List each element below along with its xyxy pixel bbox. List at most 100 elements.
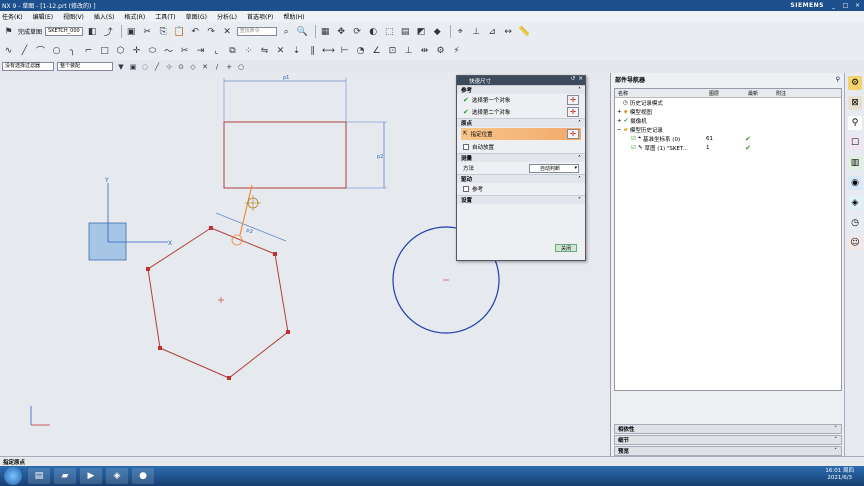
expand-icon[interactable]: + xyxy=(617,109,622,115)
sketch-rectangle[interactable] xyxy=(223,121,347,189)
paste-icon[interactable]: 📋 xyxy=(173,25,186,38)
polygon-icon[interactable]: ⬡ xyxy=(114,44,127,57)
perimeter-dimension-icon[interactable]: ⊡ xyxy=(386,44,399,57)
chevron-down-icon[interactable]: ˅ xyxy=(578,197,581,204)
specify-location-row[interactable]: ⇱ 指定位置 ✛ xyxy=(461,128,581,140)
fit-view-icon[interactable]: ▦ xyxy=(319,25,332,38)
datum-plane-icon[interactable] xyxy=(88,222,127,261)
menu-sketch[interactable]: 草图(G) xyxy=(186,12,207,21)
constraint-icon[interactable]: ⊥ xyxy=(470,25,483,38)
system-clock[interactable]: 16:01 周四 2021/6/3 xyxy=(825,468,854,482)
snap-midpoint-icon[interactable]: ⊹ xyxy=(164,62,174,72)
orient-view-icon[interactable]: ◧ xyxy=(86,25,99,38)
nx-taskbar-icon[interactable]: ◈ xyxy=(106,468,128,484)
column-layer[interactable]: 图层 xyxy=(706,90,745,97)
command-search-input[interactable]: 查找命令 xyxy=(236,27,277,36)
auto-placement-row[interactable]: 自动放置 xyxy=(457,141,585,153)
chevron-up-icon[interactable]: ˄ xyxy=(578,176,581,183)
navigator-tree[interactable]: 名称 图层 最新 附注 ◷ 历史记录模式 + ◈ 模型视图 + ✔ 摄像机 − ▰ 模型历史记… xyxy=(614,88,842,391)
snap-point-icon[interactable]: ⌖ xyxy=(454,25,467,38)
files-icon[interactable]: ▰ xyxy=(54,468,76,484)
corner-icon[interactable]: ⌞ xyxy=(210,44,223,57)
media-icon[interactable]: ▶ xyxy=(80,468,102,484)
pick-second-object-button[interactable]: ✛ xyxy=(567,107,579,117)
finish-sketch-flag-icon[interactable]: ⚑ xyxy=(2,25,15,38)
reference-checkbox[interactable] xyxy=(463,186,469,192)
collapse-icon[interactable]: − xyxy=(617,127,622,133)
section-view-icon[interactable]: ◩ xyxy=(415,25,428,38)
render-style-icon[interactable]: ◐ xyxy=(367,25,380,38)
angular-dimension-icon[interactable]: ∠ xyxy=(370,44,383,57)
dialog-reset-icon[interactable]: ↺ xyxy=(571,76,576,82)
cut-icon[interactable]: ✂ xyxy=(141,25,154,38)
select-all-icon[interactable]: ▣ xyxy=(128,62,138,72)
offset-icon[interactable]: ⧉ xyxy=(226,44,239,57)
start-button[interactable] xyxy=(4,467,22,485)
chevron-down-icon[interactable]: ˅ xyxy=(834,426,837,432)
snap-quadrant-icon[interactable]: ◇ xyxy=(188,62,198,72)
circle-icon[interactable]: ○ xyxy=(50,44,63,57)
dropdown-arrow-icon[interactable]: ▾ xyxy=(574,165,577,171)
checkbox-checked-icon[interactable]: ☑ xyxy=(631,136,636,142)
menu-task[interactable]: 任务(K) xyxy=(2,12,23,21)
snap-endpoint-icon[interactable]: ╱ xyxy=(152,62,162,72)
pattern-icon[interactable]: ⁘ xyxy=(242,44,255,57)
section-settings[interactable]: 设置 ˅ xyxy=(457,195,585,204)
part-navigator-icon[interactable]: ⚲ xyxy=(848,116,862,130)
menu-insert[interactable]: 插入(S) xyxy=(94,12,115,21)
clear-selection-icon[interactable]: ◌ xyxy=(140,62,150,72)
explorer-icon[interactable]: ▤ xyxy=(28,468,50,484)
finish-sketch-button[interactable]: 完成草图 xyxy=(18,27,42,36)
pin-icon[interactable]: ⚲ xyxy=(836,76,840,83)
tree-row-cameras[interactable]: + ✔ 摄像机 xyxy=(615,116,841,125)
chamfer-icon[interactable]: ⌐ xyxy=(82,44,95,57)
edge-dimension-line[interactable] xyxy=(215,212,287,242)
rotate-icon[interactable]: ⟳ xyxy=(351,25,364,38)
section-measure[interactable]: 测量 ˄ xyxy=(457,153,585,162)
close-window-button[interactable]: × xyxy=(853,1,862,9)
pick-location-button[interactable]: ✛ xyxy=(567,129,579,139)
snap-tangent-icon[interactable]: ○ xyxy=(236,62,246,72)
fillet-icon[interactable]: ╮ xyxy=(66,44,79,57)
menu-edit[interactable]: 编辑(E) xyxy=(33,12,53,21)
layer-icon[interactable]: ▤ xyxy=(399,25,412,38)
tree-row-history-mode[interactable]: ◷ 历史记录模式 xyxy=(615,98,841,107)
sketch-hexagon[interactable] xyxy=(147,227,289,379)
roles-icon[interactable]: ☺ xyxy=(848,236,862,250)
tree-row-datum-csys[interactable]: ☑ ⌖ 基准坐标系 (0) 61 ✔ xyxy=(615,134,841,143)
geometric-constraint-icon[interactable]: ⊥ xyxy=(402,44,415,57)
show-constraints-icon[interactable]: ⊿ xyxy=(486,25,499,38)
selection-scope-select[interactable]: 整个装配 xyxy=(57,62,113,71)
redo-icon[interactable]: ↷ xyxy=(205,25,218,38)
column-name[interactable]: 名称 xyxy=(615,90,706,97)
line-icon[interactable]: ╱ xyxy=(18,44,31,57)
chevron-down-icon[interactable]: ˅ xyxy=(834,448,837,454)
tree-row-model-history[interactable]: − ▰ 模型历史记录 xyxy=(615,125,841,134)
snap-intersection-icon[interactable]: ✕ xyxy=(200,62,210,72)
menu-help[interactable]: 帮助(H) xyxy=(283,12,304,21)
derived-line-icon[interactable]: ∥ xyxy=(306,44,319,57)
pick-first-object-button[interactable]: ✛ xyxy=(567,95,579,105)
web-browser-icon[interactable]: ◉ xyxy=(848,176,862,190)
linear-dimension-icon[interactable]: ⊢ xyxy=(338,44,351,57)
reattach-icon[interactable]: ⤴ xyxy=(102,25,115,38)
ellipse-icon[interactable]: ⬭ xyxy=(146,44,159,57)
save-icon[interactable]: ▣ xyxy=(125,25,138,38)
chevron-up-icon[interactable]: ˄ xyxy=(578,155,581,162)
auto-placement-checkbox[interactable] xyxy=(463,144,469,150)
constraint-navigator-icon[interactable]: ⊠ xyxy=(848,96,862,110)
cube-view-icon[interactable]: ⬚ xyxy=(383,25,396,38)
menu-analysis[interactable]: 分析(L) xyxy=(217,12,237,21)
screen-recorder-icon[interactable]: ● xyxy=(132,468,154,484)
arc-icon[interactable]: ⌒ xyxy=(34,44,47,57)
selection-filter-select[interactable]: 没有选择过滤器 xyxy=(2,62,54,71)
rectangle-icon[interactable]: □ xyxy=(98,44,111,57)
dependencies-panel[interactable]: 相依性 ˅ xyxy=(614,424,842,434)
method-select[interactable]: 自动判断 ▾ xyxy=(529,163,579,173)
reference-checkbox-row[interactable]: 参考 xyxy=(457,183,585,195)
section-drive[interactable]: 驱动 ˄ xyxy=(457,174,585,183)
magnifier-icon[interactable]: 🔍 xyxy=(296,25,309,38)
rapid-dimension-icon[interactable]: ⟷ xyxy=(322,44,335,57)
menu-tools[interactable]: 工具(T) xyxy=(155,12,175,21)
profile-icon[interactable]: ∿ xyxy=(2,44,15,57)
